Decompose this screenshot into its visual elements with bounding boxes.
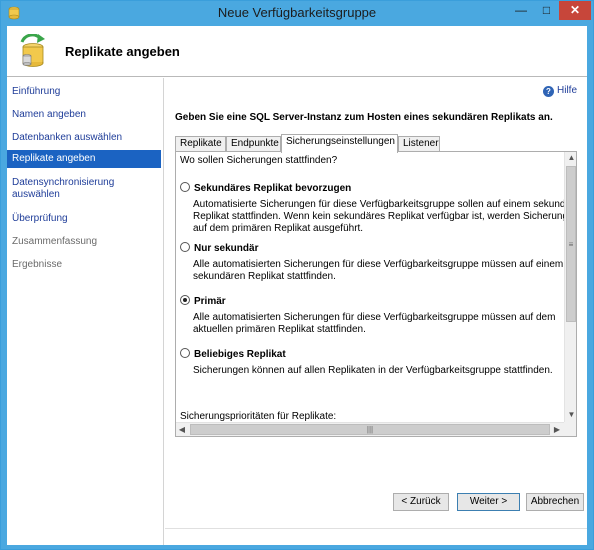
option-label: Primär (194, 296, 226, 307)
tab-sicherungseinstellungen[interactable]: Sicherungseinstellungen (281, 134, 398, 153)
sidebar-item-ergebnisse: Ergebnisse (12, 259, 63, 270)
tab-listener[interactable]: Listener (398, 136, 440, 152)
next-button[interactable]: Weiter > (457, 493, 520, 511)
sidebar-divider (163, 78, 164, 545)
title-bar[interactable]: Neue Verfügbarkeitsgruppe — □ ✕ (1, 1, 593, 26)
radio-primaer[interactable] (180, 295, 190, 305)
option-primaer[interactable]: Primär (180, 295, 226, 307)
option-beliebiges-replikat[interactable]: Beliebiges Replikat (180, 348, 286, 360)
sidebar-item-namen-angeben[interactable]: Namen angeben (7, 109, 161, 121)
priorities-label: Sicherungsprioritäten für Replikate: (180, 411, 337, 422)
help-link[interactable]: ? Hilfe (543, 85, 577, 97)
vertical-scroll-thumb[interactable]: ≡ (566, 166, 576, 322)
radio-beliebiges-replikat[interactable] (180, 348, 190, 358)
wizard-steps-sidebar: Einführung Namen angeben Datenbanken aus… (7, 78, 161, 545)
sidebar-item-ueberpruefung[interactable]: Überprüfung (7, 213, 161, 225)
sidebar-item-einfuehrung[interactable]: Einführung (7, 86, 161, 98)
scroll-down-icon[interactable]: ▼ (565, 409, 576, 421)
option-sekundaer-bevorzugen[interactable]: Sekundäres Replikat bevorzugen (180, 182, 351, 194)
option-description: Alle automatisierten Sicherungen für die… (193, 312, 556, 335)
option-label: Beliebiges Replikat (194, 349, 286, 360)
radio-nur-sekundaer[interactable] (180, 242, 190, 252)
help-icon: ? (543, 86, 554, 97)
footer-separator (165, 528, 587, 529)
wizard-window: Neue Verfügbarkeitsgruppe — □ ✕ Replikat… (0, 0, 594, 550)
horizontal-scrollbar[interactable]: ◀ ||| ▶ (176, 422, 564, 436)
scroll-right-icon[interactable]: ▶ (551, 423, 563, 436)
backup-question: Wo sollen Sicherungen stattfinden? (180, 155, 338, 166)
instruction-text: Geben Sie eine SQL Server-Instanz zum Ho… (175, 112, 553, 123)
option-description: Automatisierte Sicherungen für diese Ver… (193, 199, 564, 234)
page-title: Replikate angeben (65, 44, 180, 59)
cancel-button[interactable]: Abbrechen (526, 493, 584, 511)
option-nur-sekundaer[interactable]: Nur sekundär (180, 242, 258, 254)
backup-settings-panel: Wo sollen Sicherungen stattfinden? Sekun… (175, 151, 577, 437)
client-area: Replikate angeben Einführung Namen angeb… (7, 26, 587, 545)
vertical-scrollbar[interactable]: ▲ ≡ ▼ (564, 152, 576, 422)
main-content: ? Hilfe Geben Sie eine SQL Server-Instanz… (165, 78, 587, 545)
database-replica-icon (20, 34, 45, 67)
option-description: Sicherungen können auf allen Replikaten … (193, 365, 553, 376)
scroll-left-icon[interactable]: ◀ (176, 423, 188, 436)
scroll-up-icon[interactable]: ▲ (565, 152, 576, 164)
sidebar-item-datensynchronisierung[interactable]: Datensynchronisierung auswählen (7, 177, 137, 201)
sidebar-item-replikate-angeben[interactable]: Replikate angeben (7, 150, 161, 168)
minimize-button[interactable]: — (508, 1, 534, 20)
sidebar-item-datenbanken-auswaehlen[interactable]: Datenbanken auswählen (7, 132, 161, 144)
option-label: Sekundäres Replikat bevorzugen (194, 183, 352, 194)
horizontal-scroll-thumb[interactable]: ||| (190, 424, 550, 435)
option-description: Alle automatisierten Sicherungen für die… (193, 259, 564, 282)
page-header: Replikate angeben (7, 26, 587, 77)
radio-sekundaer-bevorzugen[interactable] (180, 182, 190, 192)
backup-settings-content: Wo sollen Sicherungen stattfinden? Sekun… (176, 152, 564, 422)
option-label: Nur sekundär (194, 243, 259, 254)
sidebar-item-zusammenfassung: Zusammenfassung (12, 236, 98, 247)
help-label: Hilfe (557, 85, 578, 96)
close-button[interactable]: ✕ (559, 1, 591, 20)
tab-replikate[interactable]: Replikate (175, 136, 226, 152)
tab-endpunkte[interactable]: Endpunkte (226, 136, 281, 152)
back-button[interactable]: < Zurück (393, 493, 449, 511)
maximize-button[interactable]: □ (534, 1, 559, 20)
window-title: Neue Verfügbarkeitsgruppe (217, 5, 377, 20)
scrollbar-corner (564, 422, 576, 436)
